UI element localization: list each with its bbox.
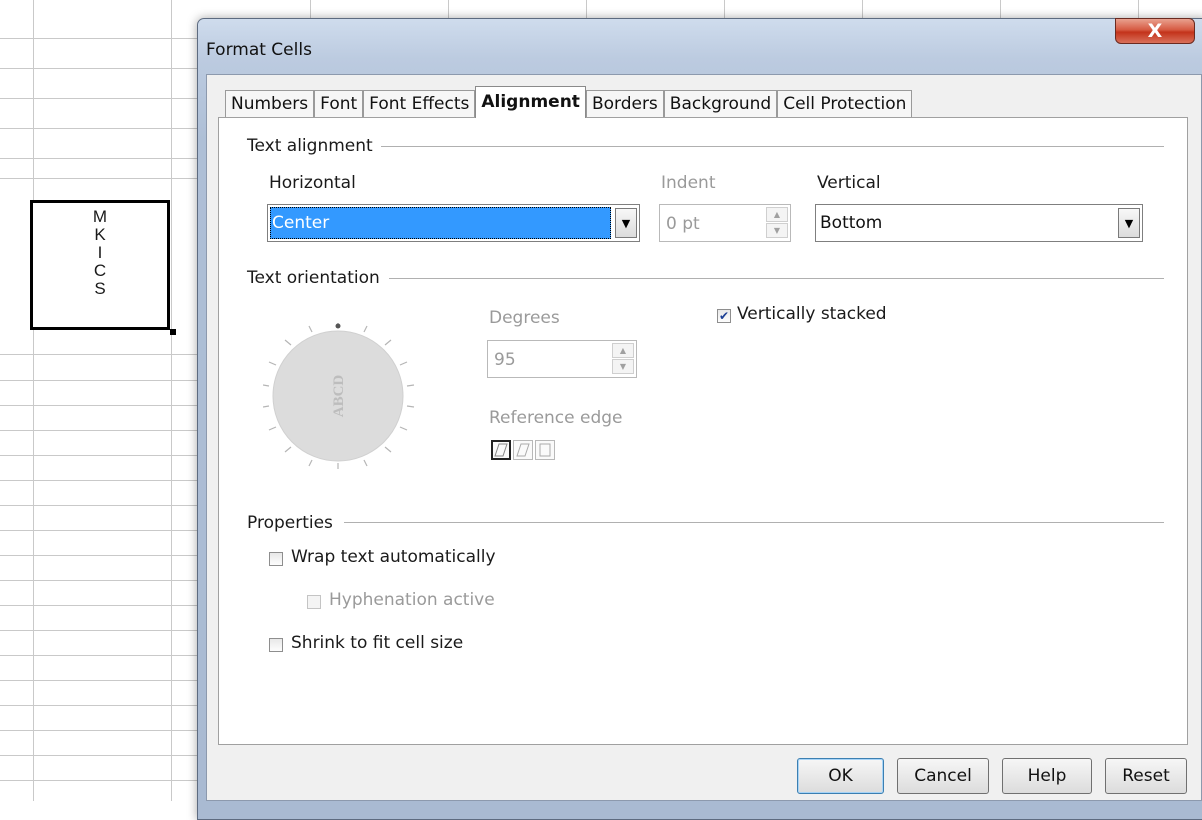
cell-letter: I (97, 243, 103, 262)
horizontal-select-value: Center (272, 213, 330, 233)
indent-spinbox[interactable]: 0 pt ▲ ▼ (659, 204, 791, 242)
close-button[interactable]: X (1115, 18, 1195, 44)
section-divider (389, 278, 1164, 279)
horizontal-select[interactable]: Center ▼ (267, 204, 640, 242)
degrees-label: Degrees (489, 308, 560, 328)
tab-cell-protection[interactable]: Cell Protection (777, 90, 913, 118)
column-line (171, 0, 172, 801)
vertically-stacked-checkbox[interactable]: ✔ (717, 309, 731, 323)
section-divider (359, 146, 1164, 147)
degrees-spinbox[interactable]: 95 ▲ ▼ (487, 340, 637, 378)
tab-font[interactable]: Font (314, 90, 364, 118)
text-orientation-heading: Text orientation (247, 268, 388, 288)
dial-graphic: ABCD (262, 323, 415, 469)
cell-letter: M (92, 207, 108, 226)
spin-arrows: ▲ ▼ (766, 207, 788, 239)
cell-letter: C (93, 261, 107, 280)
wrap-text-label: Wrap text automatically (291, 547, 496, 567)
degrees-value: 95 (494, 350, 516, 370)
hyphenation-label: Hyphenation active (329, 590, 495, 610)
orientation-dial[interactable]: ABCD (262, 323, 433, 469)
tab-background[interactable]: Background (663, 90, 778, 118)
shrink-to-fit-label: Shrink to fit cell size (291, 633, 464, 653)
tab-font-effects[interactable]: Font Effects (363, 90, 476, 118)
reference-edge-top-button[interactable] (513, 440, 533, 460)
dial-sample-text: ABCD (331, 375, 347, 418)
skew-bottom-icon (494, 443, 508, 457)
tab-alignment[interactable]: Alignment (475, 86, 586, 118)
chevron-down-icon[interactable]: ▼ (615, 208, 637, 238)
tab-borders[interactable]: Borders (585, 90, 664, 118)
reference-edge-bottom-button[interactable] (491, 440, 511, 460)
wrap-text-checkbox[interactable] (269, 552, 283, 566)
spin-up-icon[interactable]: ▲ (766, 207, 788, 222)
cancel-button[interactable]: Cancel (897, 758, 989, 794)
text-alignment-heading: Text alignment (247, 136, 381, 156)
cell-letter: K (94, 225, 106, 244)
shrink-to-fit-checkbox[interactable] (269, 638, 283, 652)
tab-numbers[interactable]: Numbers (225, 90, 315, 118)
vertical-label: Vertical (817, 173, 881, 193)
reset-button[interactable]: Reset (1105, 758, 1187, 794)
square-icon (539, 443, 551, 457)
horizontal-label-text: Horizontal (269, 173, 356, 193)
checkmark-icon: ✔ (718, 309, 730, 323)
help-button[interactable]: Help (1002, 758, 1092, 794)
horizontal-label: Horizontal (269, 173, 356, 193)
reference-edge-group (491, 440, 581, 462)
section-divider (344, 522, 1164, 523)
vertical-select-value: Bottom (820, 213, 883, 233)
dialog-client-area: Numbers Font Font Effects Alignment Bord… (206, 74, 1202, 801)
close-icon: X (1147, 20, 1163, 42)
reference-edge-inside-button[interactable] (535, 440, 555, 460)
reference-edge-label: Reference edge (489, 408, 623, 428)
column-line (33, 0, 34, 801)
fill-handle[interactable] (170, 329, 176, 335)
hyphenation-checkbox[interactable] (307, 595, 321, 609)
skew-top-icon (516, 443, 530, 457)
spin-arrows: ▲ ▼ (612, 343, 634, 375)
spin-down-icon[interactable]: ▼ (766, 223, 788, 238)
chevron-down-icon[interactable]: ▼ (1118, 208, 1140, 238)
dialog-title: Format Cells (206, 40, 312, 60)
vertically-stacked-label: Vertically stacked (737, 304, 887, 324)
indent-label: Indent (661, 173, 716, 193)
vertical-select[interactable]: Bottom ▼ (815, 204, 1143, 242)
tab-bar: Numbers Font Font Effects Alignment Bord… (225, 86, 913, 118)
alignment-panel: Text alignment Horizontal Center ▼ Inden… (218, 117, 1188, 745)
indent-value: 0 pt (666, 214, 700, 234)
spin-down-icon[interactable]: ▼ (612, 359, 634, 374)
selected-cell-vertical-text[interactable]: M K I C S (30, 200, 170, 330)
cell-letter: S (94, 279, 106, 298)
spin-up-icon[interactable]: ▲ (612, 343, 634, 358)
properties-heading: Properties (247, 513, 341, 533)
ok-button[interactable]: OK (797, 758, 884, 794)
